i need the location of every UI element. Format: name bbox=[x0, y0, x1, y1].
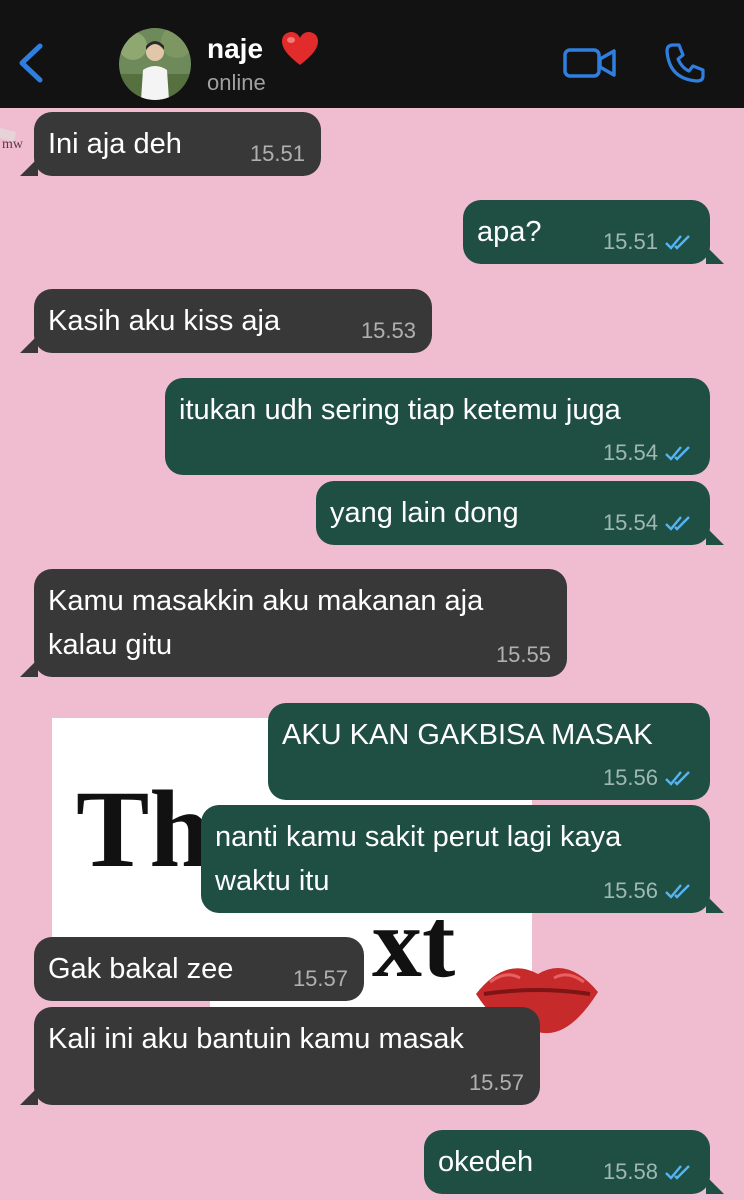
contact-name[interactable]: naje bbox=[207, 33, 263, 65]
message-bubble-incoming[interactable]: Gak bakal zee 15.57 bbox=[34, 937, 364, 1001]
message-bubble-incoming[interactable]: Kasih aku kiss aja 15.53 bbox=[20, 289, 432, 353]
read-ticks-icon bbox=[665, 446, 690, 461]
read-ticks-icon bbox=[665, 235, 690, 250]
message-time: 15.57 bbox=[468, 1070, 524, 1095]
chevron-left-icon[interactable] bbox=[14, 42, 48, 84]
message-text: apa? bbox=[477, 216, 542, 248]
message-bubble-incoming[interactable]: Kali ini aku bantuin kamu masak 15.57 bbox=[20, 1007, 540, 1105]
phone-icon[interactable] bbox=[664, 42, 706, 84]
message-text: Kasih aku kiss aja bbox=[48, 305, 281, 337]
message-text: AKU KAN GAKBISA MASAK bbox=[282, 719, 653, 751]
message-time: 15.53 bbox=[360, 318, 416, 343]
message-time: 15.55 bbox=[495, 642, 551, 667]
message-bubble-outgoing[interactable]: itukan udh sering tiap ketemu juga 15.54 bbox=[165, 378, 710, 475]
read-ticks-icon bbox=[665, 516, 690, 531]
message-time: 15.58 bbox=[602, 1159, 658, 1184]
message-time: 15.51 bbox=[602, 229, 658, 254]
message-bubble-incoming[interactable]: Kamu masakkin aku makanan aja kalau gitu… bbox=[20, 569, 567, 677]
message-time: 15.57 bbox=[292, 966, 348, 991]
message-text: yang lain dong bbox=[330, 497, 519, 529]
heart-emoji-icon bbox=[282, 32, 318, 65]
video-camera-icon[interactable] bbox=[563, 45, 617, 81]
message-time: 15.54 bbox=[602, 440, 658, 465]
read-ticks-icon bbox=[665, 771, 690, 786]
message-bubble-outgoing[interactable]: okedeh 15.58 bbox=[424, 1130, 724, 1194]
message-time: 15.51 bbox=[249, 141, 305, 166]
avatar[interactable] bbox=[119, 28, 191, 100]
message-time: 15.56 bbox=[602, 878, 658, 903]
chat-header: naje online bbox=[0, 0, 744, 108]
message-bubble-outgoing[interactable]: nanti kamu sakit perut lagi kaya waktu i… bbox=[201, 805, 724, 913]
message-time: 15.54 bbox=[602, 510, 658, 535]
message-text: Ini aja deh bbox=[48, 128, 182, 160]
message-time: 15.56 bbox=[602, 765, 658, 790]
message-text: Kali ini aku bantuin kamu masak bbox=[48, 1023, 464, 1055]
message-bubble-outgoing[interactable]: apa? 15.51 bbox=[463, 200, 724, 264]
message-text: Kamu masakkin aku makanan aja kalau gitu bbox=[48, 585, 484, 661]
online-status: online bbox=[207, 70, 266, 95]
message-bubble-outgoing[interactable]: yang lain dong 15.54 bbox=[316, 481, 724, 545]
svg-text:Th: Th bbox=[76, 768, 211, 890]
message-bubble-incoming[interactable]: Ini aja deh 15.51 bbox=[20, 112, 321, 176]
read-ticks-icon bbox=[665, 884, 690, 899]
message-text: Gak bakal zee bbox=[48, 953, 234, 985]
message-text: nanti kamu sakit perut lagi kaya waktu i… bbox=[215, 821, 622, 897]
read-ticks-icon bbox=[665, 1165, 690, 1180]
svg-text:mw: mw bbox=[2, 137, 24, 152]
message-bubble-outgoing[interactable]: AKU KAN GAKBISA MASAK 15.56 bbox=[268, 703, 710, 800]
message-text: okedeh bbox=[438, 1146, 534, 1178]
message-text: itukan udh sering tiap ketemu juga bbox=[179, 394, 621, 426]
